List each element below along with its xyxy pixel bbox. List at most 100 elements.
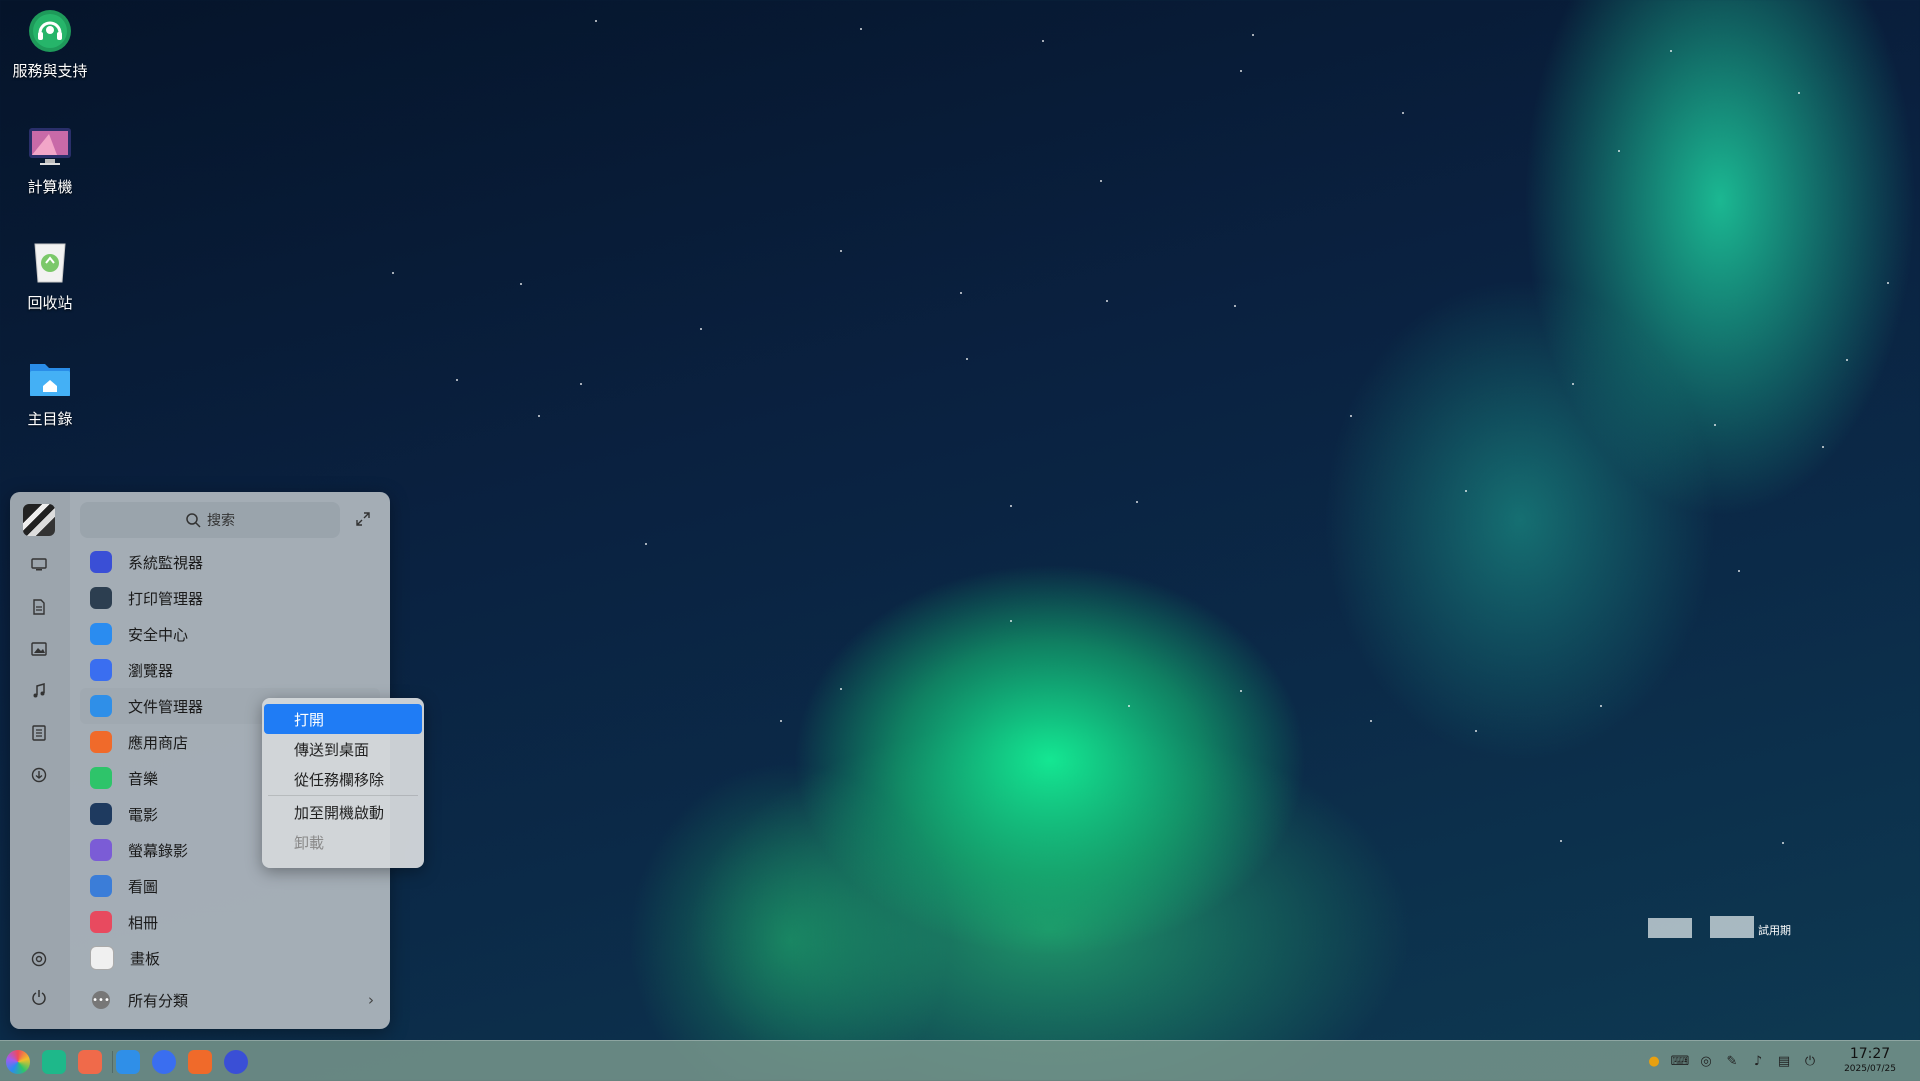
pen-icon[interactable]: ✎ — [1724, 1053, 1740, 1069]
app-label: 文件管理器 — [128, 697, 204, 716]
star — [1240, 690, 1242, 692]
menu-item-remove-from-taskbar[interactable]: 從任務欄移除 — [264, 764, 422, 794]
star — [1846, 359, 1848, 361]
headset-support-icon — [27, 8, 73, 54]
star — [392, 272, 394, 274]
watermark-text: 試用期 — [1758, 924, 1791, 937]
desktop-icon-home[interactable]: 主目錄 — [8, 356, 92, 429]
control-center-icon[interactable] — [224, 1050, 248, 1074]
star — [860, 28, 862, 30]
star — [840, 688, 842, 690]
app-item[interactable]: 系統監視器 — [80, 544, 380, 580]
file-manager-icon[interactable] — [116, 1050, 140, 1074]
app-item[interactable]: 畫板 — [80, 940, 380, 976]
fullscreen-expand-icon[interactable] — [354, 510, 374, 530]
app-store-icon[interactable] — [188, 1050, 212, 1074]
menu-item-label: 打開 — [294, 710, 325, 729]
search-input[interactable]: 搜索 — [80, 502, 340, 538]
star — [1670, 50, 1672, 52]
app-label: 看圖 — [128, 877, 159, 896]
clock[interactable]: 17:27 2025/07/25 — [1830, 1045, 1910, 1075]
taskbar: ● ⌨ ◎ ✎ ♪ ▤ ⏻ 17:27 2025/07/25 — [0, 1040, 1920, 1081]
clock-time: 17:27 — [1849, 1046, 1891, 1062]
settings-icon[interactable] — [30, 950, 48, 968]
menu-item-open[interactable]: 打開 — [264, 704, 422, 734]
app-item[interactable]: 看圖 — [80, 868, 380, 904]
all-categories-button[interactable]: ••• 所有分類 › — [80, 982, 390, 1018]
app-label: 應用商店 — [128, 733, 189, 752]
all-categories-label: 所有分類 — [128, 991, 189, 1010]
document-icon[interactable] — [30, 598, 48, 616]
star — [960, 292, 962, 294]
star — [700, 328, 702, 330]
menu-item-uninstall: 卸載 — [264, 827, 422, 857]
star — [1100, 180, 1102, 182]
star — [1822, 446, 1824, 448]
desktop-icon-recycle-bin[interactable]: 回收站 — [8, 240, 92, 313]
network-icon[interactable]: ▤ — [1776, 1053, 1792, 1069]
desktop-icon-support[interactable]: 服務與支持 — [8, 8, 92, 81]
star — [1887, 282, 1889, 284]
desktop-icon-computer[interactable]: 計算機 — [8, 124, 92, 197]
draw-icon — [90, 946, 114, 970]
browser-icon[interactable] — [152, 1050, 176, 1074]
keyboard-icon[interactable]: ⌨ — [1671, 1053, 1690, 1069]
multitask-view-icon[interactable] — [42, 1050, 66, 1074]
context-menu: 打開 傳送到桌面 從任務欄移除 加至開機啟動 卸載 — [262, 698, 424, 868]
menu-separator — [268, 795, 418, 796]
star — [1465, 490, 1467, 492]
star — [1714, 424, 1716, 426]
computer-icon[interactable] — [30, 556, 48, 574]
app-item[interactable]: 打印管理器 — [80, 580, 380, 616]
chevron-right-icon: › — [368, 991, 374, 1009]
power-icon[interactable]: ⏻ — [1802, 1053, 1818, 1069]
star — [645, 543, 647, 545]
album-icon — [90, 911, 112, 933]
app-item[interactable]: 相冊 — [80, 904, 380, 940]
star — [595, 20, 597, 22]
app-label: 音樂 — [128, 769, 159, 788]
star — [1106, 300, 1108, 302]
workspace-icon[interactable] — [78, 1050, 102, 1074]
search-icon — [186, 513, 201, 528]
video-icon[interactable] — [30, 724, 48, 742]
star — [840, 250, 842, 252]
launcher-button[interactable] — [6, 1050, 30, 1074]
star — [1042, 40, 1044, 42]
launcher-sidebar — [10, 492, 70, 1029]
star — [1252, 34, 1254, 36]
menu-item-send-to-desktop[interactable]: 傳送到桌面 — [264, 734, 422, 764]
avatar[interactable] — [23, 504, 55, 536]
download-icon[interactable] — [30, 766, 48, 784]
update-icon[interactable]: ● — [1646, 1053, 1662, 1069]
app-label: 電影 — [128, 805, 159, 824]
star — [580, 383, 582, 385]
star — [1370, 720, 1372, 722]
picture-icon[interactable] — [30, 640, 48, 658]
menu-item-label: 從任務欄移除 — [294, 770, 385, 789]
desktop-icon-label: 計算機 — [27, 178, 73, 196]
search-placeholder: 搜索 — [207, 513, 235, 529]
notification-icon[interactable]: ◎ — [1698, 1053, 1714, 1069]
star — [1572, 383, 1574, 385]
star — [1738, 570, 1740, 572]
star — [538, 415, 540, 417]
volume-icon[interactable]: ♪ — [1750, 1053, 1766, 1069]
screen-recorder-icon — [90, 839, 112, 861]
menu-item-add-to-startup[interactable]: 加至開機啟動 — [264, 797, 422, 827]
menu-item-label: 加至開機啟動 — [294, 803, 385, 822]
home-folder-icon — [27, 356, 73, 402]
star — [1475, 730, 1477, 732]
activation-watermark: 試用期 — [1648, 916, 1791, 938]
music-note-icon[interactable] — [30, 682, 48, 700]
app-item[interactable]: 安全中心 — [80, 616, 380, 652]
power-icon[interactable] — [30, 988, 48, 1006]
app-item[interactable]: 瀏覽器 — [80, 652, 380, 688]
image-viewer-icon — [90, 875, 112, 897]
star — [1234, 305, 1236, 307]
clock-date: 2025/07/25 — [1844, 1064, 1896, 1074]
star — [1350, 415, 1352, 417]
star — [780, 720, 782, 722]
star — [1560, 840, 1562, 842]
star — [1240, 70, 1242, 72]
